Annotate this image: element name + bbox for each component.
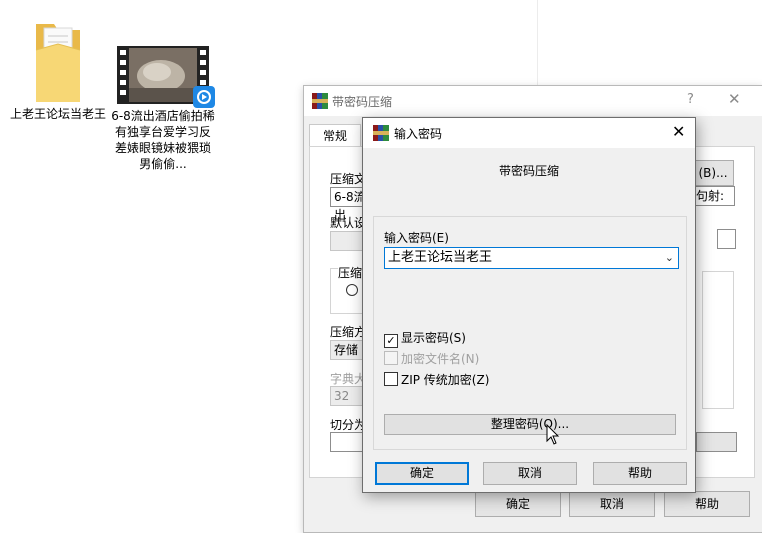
password-label: 输入密码(E) (384, 231, 449, 245)
folder-icon (35, 24, 81, 102)
password-value: 上老王论坛当老王 (388, 250, 493, 265)
method-label: 压缩方 (330, 325, 367, 339)
set-password-button[interactable] (696, 432, 737, 452)
checkbox-checked-icon[interactable]: ✓ (384, 334, 398, 348)
password-dialog-title: 输入密码 (394, 127, 443, 141)
checkbox-label: 显示密码(S) (401, 331, 466, 345)
checkbox-icon (384, 351, 398, 365)
checkbox-label: 加密文件名(N) (401, 352, 480, 366)
mouse-cursor-icon (546, 424, 560, 445)
close-icon[interactable]: ✕ (728, 90, 741, 108)
bg-ok-button[interactable]: 确定 (475, 491, 561, 517)
desktop-item-video[interactable]: 6-8流出酒店偷拍稀有独享台爱学习反差婊眼镜妹被猥琐男偷偷... (110, 46, 216, 172)
format-radio[interactable] (346, 284, 358, 296)
checkbox-label: ZIP 传统加密(Z) (401, 373, 490, 387)
desktop-item-folder[interactable]: 上老王论坛当老王 (10, 20, 106, 122)
password-dialog-titlebar: 输入密码 ✕ (363, 118, 695, 148)
checkbox-icon[interactable] (384, 372, 398, 386)
bg-help-button[interactable]: 帮助 (664, 491, 750, 517)
profile-dropdown[interactable] (717, 229, 736, 249)
help-button[interactable]: 帮助 (593, 462, 687, 485)
archive-name-label: 压缩文 (330, 172, 367, 186)
password-dialog: 输入密码 ✕ 带密码压缩 输入密码(E) 上老王论坛当老王 ⌄ ✓ 显示密码(S)… (362, 117, 696, 493)
desktop-item-label: 上老王论坛当老王 (10, 107, 107, 121)
player-badge-icon (193, 86, 215, 108)
encrypt-filenames-checkbox: 加密文件名(N) (384, 351, 479, 367)
password-dialog-subtitle: 带密码压缩 (498, 164, 559, 178)
background-divider (537, 0, 538, 88)
password-group: 输入密码(E) 上老王论坛当老王 ⌄ ✓ 显示密码(S) 加密文件名(N) ZIP… (373, 216, 687, 450)
bg-cancel-button[interactable]: 取消 (569, 491, 655, 517)
ok-button[interactable]: 确定 (375, 462, 469, 485)
archive-dialog-titlebar: 带密码压缩 ? ✕ (304, 86, 762, 116)
password-combobox[interactable]: 上老王论坛当老王 ⌄ (384, 247, 679, 269)
close-icon[interactable]: ✕ (672, 122, 685, 141)
organize-passwords-button[interactable]: 整理密码(O)... (384, 414, 676, 435)
split-label: 切分为 (330, 418, 367, 432)
archive-dialog-title: 带密码压缩 (332, 95, 393, 109)
tab-general[interactable]: 常规 (309, 124, 361, 147)
chevron-down-icon[interactable]: ⌄ (665, 248, 674, 268)
zip-legacy-encryption-checkbox[interactable]: ZIP 传统加密(Z) (384, 372, 489, 388)
browse-button[interactable]: (B)... (692, 160, 734, 186)
options-group (702, 271, 734, 409)
show-password-checkbox[interactable]: ✓ 显示密码(S) (384, 330, 466, 348)
default-profile-label: 默认设 (330, 216, 367, 230)
dict-label: 字典大 (330, 372, 367, 386)
winrar-logo-icon (312, 93, 328, 109)
cancel-button[interactable]: 取消 (483, 462, 577, 485)
update-mode-select[interactable]: 句射: (692, 186, 735, 206)
help-icon[interactable]: ? (687, 92, 694, 107)
desktop-item-label: 6-8流出酒店偷拍稀有独享台爱学习反差婊眼镜妹被猥琐男偷偷... (111, 109, 215, 171)
winrar-logo-icon (373, 125, 389, 141)
